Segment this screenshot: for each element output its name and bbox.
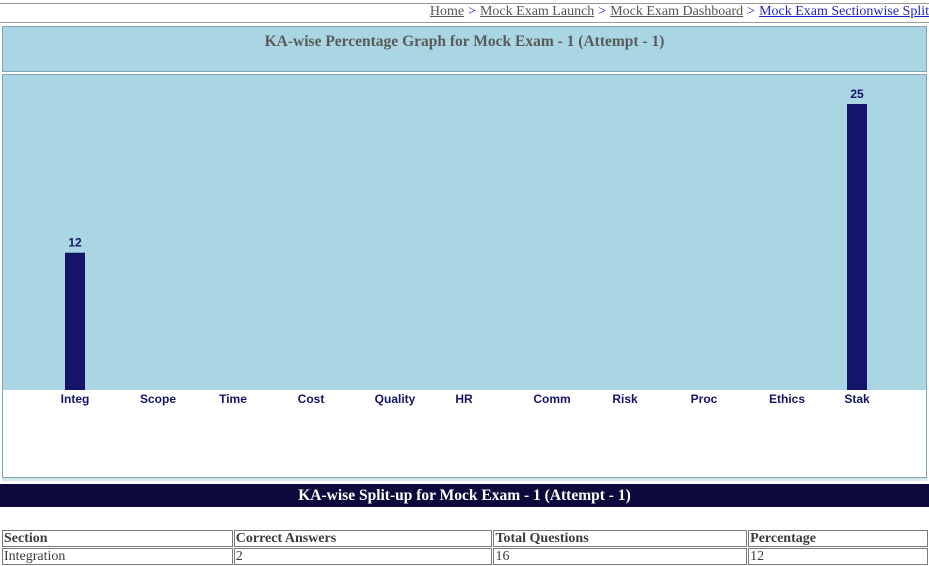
tick-label-time: Time <box>219 392 247 406</box>
tick-label-cost: Cost <box>298 392 325 406</box>
chart-bottom-strip <box>2 478 927 481</box>
split-up-title: KA-wise Split-up for Mock Exam - 1 (Atte… <box>0 484 929 507</box>
chart-panel: 12 Integ Scope Time Cost Quality HR Comm Risk Pro… <box>2 74 927 478</box>
tick-label-hr: HR <box>455 392 473 406</box>
tick-label-scope: Scope <box>140 392 176 406</box>
graph-header-panel: KA-wise Percentage Graph for Mock Exam -… <box>2 26 927 72</box>
bar-chart: 12 Integ Scope Time Cost Quality HR Comm Risk Pro… <box>3 75 926 406</box>
data-label-integ: 12 <box>68 236 82 250</box>
tick-label-ethics: Ethics <box>769 392 805 406</box>
breadcrumb-separator: > <box>747 4 756 19</box>
bar-integ <box>65 252 85 390</box>
table-header-row: Section Correct Answers Total Questions … <box>2 530 928 547</box>
data-label-stak: 25 <box>850 87 864 101</box>
graph-title: KA-wise Percentage Graph for Mock Exam -… <box>264 33 665 50</box>
column-header-correct-answers: Correct Answers <box>233 530 493 547</box>
breadcrumb-mock-exam-dashboard-link[interactable]: Mock Exam Dashboard <box>610 4 743 19</box>
breadcrumb-home-link[interactable]: Home <box>430 4 464 19</box>
breadcrumb-mock-exam-launch-link[interactable]: Mock Exam Launch <box>480 4 594 19</box>
tick-label-quality: Quality <box>375 392 416 406</box>
breadcrumb-separator: > <box>468 4 476 19</box>
breadcrumb: Home > Mock Exam Launch > Mock Exam Dashboar… <box>430 4 929 22</box>
breadcrumb-separator: > <box>598 4 607 19</box>
breadcrumb-divider <box>0 22 929 23</box>
tick-label-stak: Stak <box>844 392 870 406</box>
plot-area <box>3 75 926 390</box>
breadcrumb-sectionwise-split-link[interactable]: Mock Exam Sectionwise Split <box>759 4 929 19</box>
column-header-section: Section <box>2 530 233 547</box>
split-up-table: Section Correct Answers Total Questions … <box>1 529 929 566</box>
bar-stak <box>847 104 867 390</box>
tick-label-comm: Comm <box>533 392 570 406</box>
tick-label-risk: Risk <box>612 392 638 406</box>
column-header-percentage: Percentage <box>748 530 928 547</box>
column-header-total-questions: Total Questions <box>493 530 748 547</box>
tick-label-integ: Integ <box>61 392 90 406</box>
tick-label-proc: Proc <box>691 392 718 406</box>
